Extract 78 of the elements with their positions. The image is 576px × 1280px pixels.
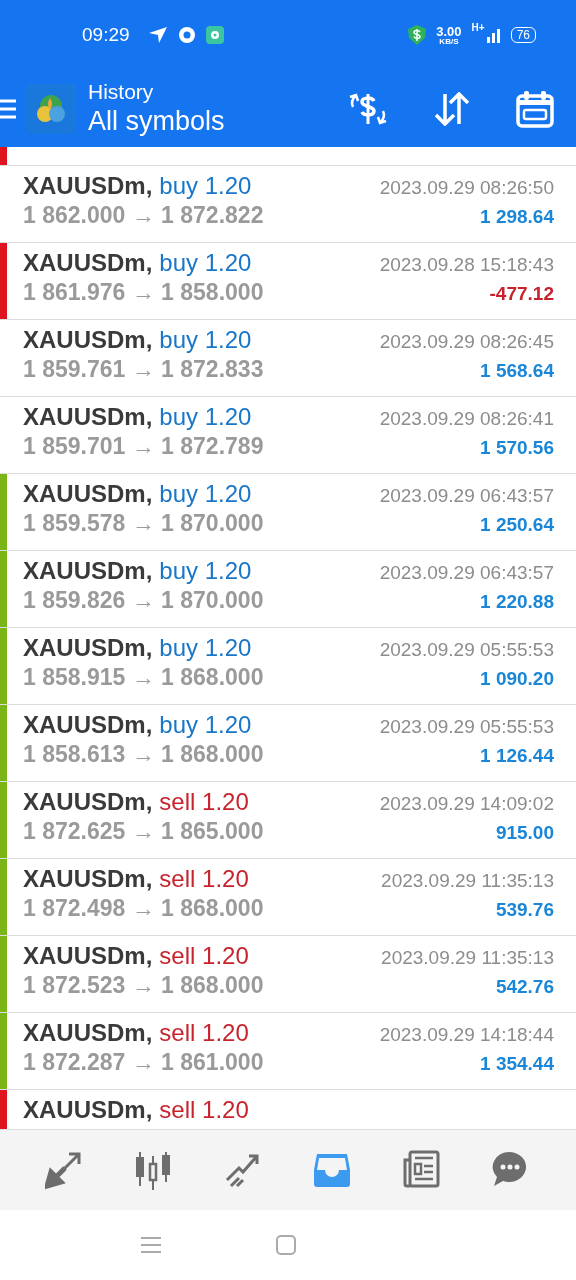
deal-time: 2023.09.29 11:35:13 [381,870,554,892]
deal-profit: 1 298.64 [480,206,554,228]
deal-time: 2023.09.29 06:43:57 [379,562,554,584]
deal-time: 2023.09.29 06:43:57 [379,485,554,507]
symbol-name: XAUUSDm, [23,865,153,892]
clock-time: 09:29 [82,24,130,46]
shield-icon [408,25,427,45]
price-range: 1 859.578 → 1 870.000 [23,510,265,537]
symbol-filter[interactable]: All symbols [88,106,348,137]
symbol-name: XAUUSDm, [23,788,153,815]
newspaper-icon[interactable] [401,1150,442,1190]
price-range: 1 861.976 → 1 858.000 [23,279,265,306]
deal-time: 2023.09.29 14:18:44 [379,1024,554,1046]
deal-profit: 1 220.88 [480,591,554,613]
deal-time: 2023.09.29 08:26:41 [379,408,554,430]
trade-type: buy 1.20 [159,557,252,584]
deal-time: 2023.09.29 05:55:53 [379,639,554,661]
deal-profit: 1 568.64 [480,360,554,382]
network-speed: 3.00 [436,24,462,38]
price-range: 1 872.287 → 1 861.000 [23,1049,265,1076]
price-range: 1 858.915 → 1 868.000 [23,664,265,691]
price-range: 1 862.000 → 1 872.822 [23,202,265,229]
trade-type: sell 1.20 [159,865,249,892]
trade-type: sell 1.20 [159,1019,249,1046]
square-icon[interactable] [275,1235,296,1255]
deal-profit: 1 250.64 [480,514,554,536]
trade-type: buy 1.20 [159,326,252,353]
calendar-icon[interactable] [516,89,554,128]
deal-profit: 1 126.44 [480,745,554,767]
symbol-name: XAUUSDm, [23,634,153,661]
price-range: 1 859.701 → 1 872.789 [23,433,265,460]
symbol-name: XAUUSDm, [23,172,153,199]
price-range: 1 872.498 → 1 868.000 [23,895,265,922]
deal-profit: 542.76 [495,976,554,998]
trade-type: buy 1.20 [159,711,252,738]
screen-title: History [88,80,155,104]
trade-type: buy 1.20 [159,480,252,507]
deal-time: 2023.09.29 08:26:50 [379,177,554,199]
symbol-name: XAUUSDm, [23,1096,153,1123]
trade-type: sell 1.20 [159,1096,249,1123]
price-range: 1 859.761 → 1 872.833 [23,356,265,383]
sort-icon[interactable] [434,91,470,126]
price-range: 1 859.826 → 1 870.000 [23,587,265,614]
deal-profit: 1 570.56 [480,437,554,459]
speed-unit: KB/S [439,37,459,46]
app-icon [205,26,224,44]
trade-type: buy 1.20 [159,172,252,199]
symbol-name: XAUUSDm, [23,711,153,738]
deal-time: 2023.09.29 08:26:45 [379,331,554,353]
app-logo [26,83,76,134]
symbol-name: XAUUSDm, [23,1019,153,1046]
deal-time: 2023.09.28 15:18:43 [379,254,554,276]
deal-profit: 1 090.20 [480,668,554,690]
price-range: 1 872.625 → 1 865.000 [23,818,265,845]
deal-profit: 1 354.44 [480,1053,554,1075]
deal-profit: 539.76 [495,899,554,921]
symbol-name: XAUUSDm, [23,557,153,584]
deal-time: 2023.09.29 14:09:02 [379,793,554,815]
deal-time: 2023.09.29 11:35:13 [381,947,554,969]
deal-profit: -477.12 [489,283,554,305]
network-type: H+ [471,22,485,33]
symbol-name: XAUUSDm, [23,942,153,969]
trade-type: sell 1.20 [159,942,249,969]
symbol-name: XAUUSDm, [23,249,153,276]
menu-lines-icon[interactable] [140,1236,161,1254]
symbol-name: XAUUSDm, [23,326,153,353]
symbol-name: XAUUSDm, [23,480,153,507]
trade-type: buy 1.20 [159,249,252,276]
price-range: 1 872.523 → 1 868.000 [23,972,265,999]
trade-type: buy 1.20 [159,634,252,661]
deal-time: 2023.09.29 05:55:53 [379,716,554,738]
trade-type: sell 1.20 [159,788,249,815]
deal-profit: 915.00 [495,822,554,844]
trade-type: buy 1.20 [159,403,252,430]
signal-icon [486,27,501,43]
symbol-name: XAUUSDm, [23,403,153,430]
price-range: 1 858.613 → 1 868.000 [23,741,265,768]
battery-level: 76 [510,27,536,43]
